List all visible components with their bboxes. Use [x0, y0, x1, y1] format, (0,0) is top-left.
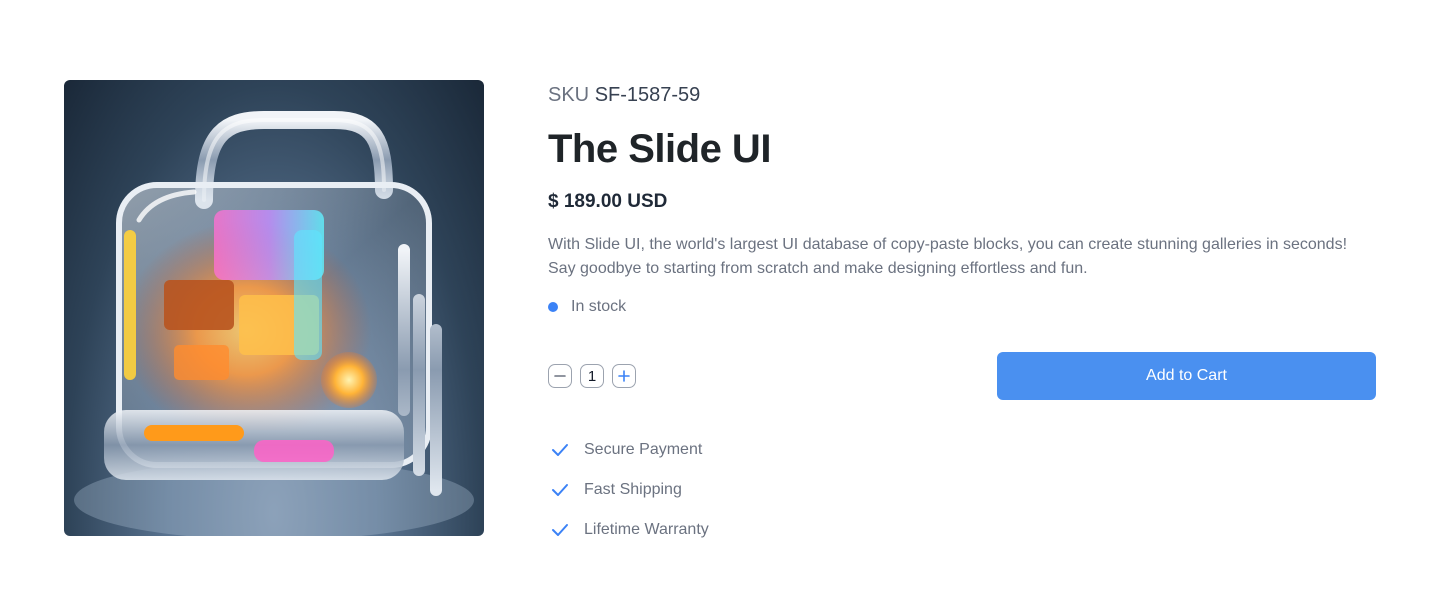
- decrease-quantity-button[interactable]: [548, 364, 572, 388]
- quantity-stepper: 1: [548, 364, 636, 388]
- stock-dot-icon: [548, 302, 558, 312]
- quantity-value[interactable]: 1: [580, 364, 604, 388]
- feature-item: Fast Shipping: [548, 470, 709, 510]
- check-icon: [552, 484, 568, 496]
- plus-icon: [618, 370, 630, 382]
- feature-item: Lifetime Warranty: [548, 510, 709, 550]
- stock-status: In stock: [548, 298, 626, 316]
- product-illustration: [74, 111, 474, 536]
- product-title: The Slide UI: [548, 127, 771, 171]
- feature-label: Secure Payment: [584, 441, 703, 458]
- sku-label: SKU: [548, 84, 590, 106]
- stock-status-label: In stock: [571, 298, 627, 315]
- feature-list: Secure Payment Fast Shipping Lifetime Wa…: [548, 430, 709, 550]
- product-image: [64, 80, 484, 536]
- check-icon: [552, 444, 568, 456]
- sku-value: SF-1587-59: [594, 84, 701, 106]
- feature-item: Secure Payment: [548, 430, 709, 470]
- product-price: $ 189.00 USD: [548, 191, 668, 212]
- increase-quantity-button[interactable]: [612, 364, 636, 388]
- product-page: SKU SF-1587-59 The Slide UI $ 189.00 USD…: [0, 0, 1440, 616]
- add-to-cart-button[interactable]: Add to Cart: [997, 352, 1376, 400]
- minus-icon: [554, 375, 566, 377]
- sku: SKU SF-1587-59: [548, 83, 700, 107]
- product-description: With Slide UI, the world's largest UI da…: [548, 236, 1348, 277]
- feature-label: Fast Shipping: [584, 481, 682, 498]
- check-icon: [552, 524, 568, 536]
- feature-label: Lifetime Warranty: [584, 521, 709, 538]
